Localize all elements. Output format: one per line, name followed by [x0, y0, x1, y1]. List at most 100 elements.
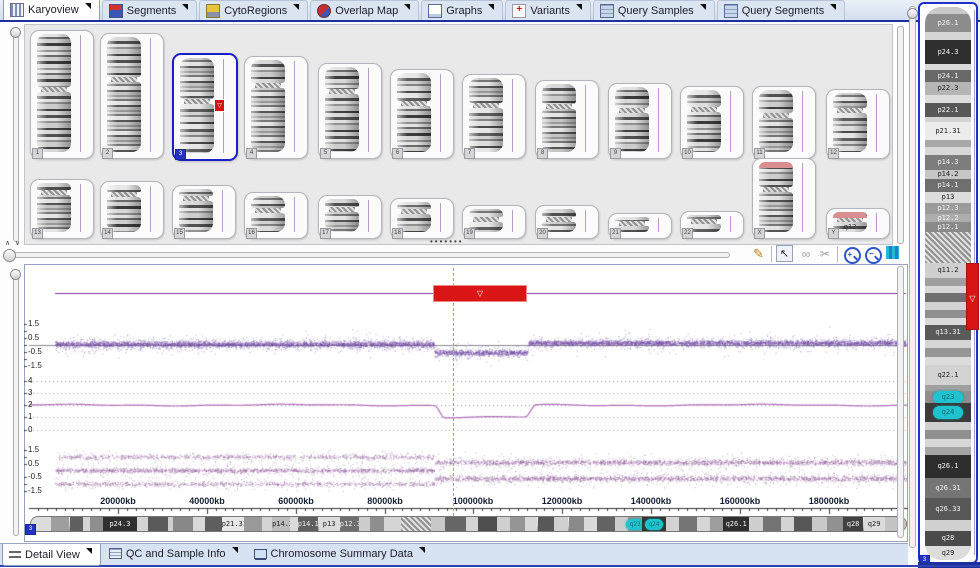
chromosome-card-13[interactable]: 13	[30, 179, 94, 239]
chromosome-number-badge: 1	[32, 148, 43, 159]
detail-scrollbar[interactable]	[897, 266, 904, 538]
sidebar-band-p13: p13	[925, 192, 971, 203]
sample-track-line	[876, 94, 877, 152]
sidebar-chromosome-ideogram[interactable]: p26.1p24.3p24.1p22.3p22.1p21.31p14.3p14.…	[925, 7, 971, 560]
aberration-flag[interactable]: ▽	[214, 99, 225, 112]
tab-chromosome-summary-data[interactable]: Chromosome Summary Data	[248, 544, 433, 563]
sample-track-line	[512, 210, 513, 232]
tab-query-segments[interactable]: Query Segments	[717, 0, 846, 20]
karyotype-zoom-slider-track[interactable]	[13, 30, 19, 242]
link-tool-icon[interactable]: ∞	[798, 246, 814, 262]
chromosome-card-15[interactable]: 15	[172, 185, 236, 239]
chromosome-card-16[interactable]: 16	[244, 192, 308, 239]
tab-corner-flag-icon	[419, 547, 425, 553]
chromosome-card-14[interactable]: 14	[100, 181, 164, 239]
tab-segments[interactable]: Segments	[102, 0, 198, 20]
zoom-out-icon[interactable]: −	[865, 247, 882, 264]
sample-track-line	[80, 184, 81, 232]
chromosome-card-17[interactable]: 17	[318, 195, 382, 239]
sample-track-line	[876, 213, 877, 232]
tab-variants[interactable]: +Variants	[505, 0, 591, 20]
chromosome-card-6[interactable]: 6	[390, 69, 454, 159]
chromosome-card-18[interactable]: 18	[390, 198, 454, 239]
detail-zoom-slider-knob[interactable]	[10, 269, 21, 280]
sidebar-aberration-marker[interactable]: ▽	[966, 263, 979, 330]
horizontal-zoom-slider-track[interactable]	[6, 252, 730, 258]
chromosome-card-3[interactable]: 3▽	[172, 53, 238, 161]
sidebar-band	[925, 232, 971, 263]
chromosome-card-22[interactable]: 22	[680, 211, 744, 239]
tab-graphs[interactable]: Graphs	[421, 0, 503, 20]
sidebar-band-p14.2: p14.2	[925, 170, 971, 179]
tab-label: Query Samples	[618, 5, 694, 17]
sidebar-band-label: p22.1	[925, 106, 971, 114]
karyotype-scrollbar[interactable]	[897, 26, 904, 244]
chromosome-card-8[interactable]: 8	[535, 80, 599, 159]
sample-track-line	[802, 163, 803, 232]
chromosome-card-12[interactable]: 12	[826, 89, 890, 159]
sidebar-zoom-slider-track[interactable]	[909, 6, 916, 548]
variants-icon: +	[512, 4, 526, 18]
chromosome-card-7[interactable]: 7	[462, 74, 526, 159]
chromosome-card-4[interactable]: 4	[244, 56, 308, 159]
horizontal-zoom-slider-knob[interactable]	[3, 249, 16, 262]
detail-zoom-slider-track[interactable]	[13, 272, 19, 536]
zoom-in-icon[interactable]: +	[844, 247, 861, 264]
chromosome-card-11[interactable]: 11	[752, 86, 816, 159]
tab-cytoregions[interactable]: CytoRegions	[199, 0, 308, 20]
tab-karyoview[interactable]: Karyoview	[3, 0, 100, 20]
chromosome-number-badge: 5	[320, 148, 331, 159]
tab-qc-and-sample-info[interactable]: QC and Sample Info	[103, 544, 246, 563]
annotate-pencil-icon[interactable]: ✎	[753, 246, 767, 262]
chromosome-q-arm	[687, 112, 721, 152]
sidebar-band	[925, 447, 971, 455]
tab-overlap-map[interactable]: Overlap Map	[310, 0, 419, 20]
sidebar-band-q24: q24	[925, 403, 971, 422]
sample-track-line	[658, 218, 659, 232]
sidebar-band-label: q26.33	[925, 505, 971, 513]
sidebar-band-q22.1: q22.1	[925, 365, 971, 385]
chromosome-p-arm	[37, 183, 71, 190]
chromosome-q-arm	[180, 104, 214, 153]
chromosome-card-19[interactable]: 19	[462, 205, 526, 239]
chromosome-p-arm	[107, 185, 141, 192]
chromosome-card-Y[interactable]: q12Y	[826, 208, 890, 239]
sidebar-band-p14.3: p14.3	[925, 155, 971, 170]
sidebar-band-p21.31: p21.31	[925, 122, 971, 140]
tab-label: Query Segments	[742, 5, 825, 17]
sidebar-band	[925, 140, 971, 147]
cytoregion-highlight-q23[interactable]: q23	[933, 391, 963, 404]
karyotype-zoom-slider-knob[interactable]	[10, 27, 21, 38]
sidebar-zoom-slider-knob[interactable]	[907, 8, 918, 19]
tab-label: Graphs	[446, 5, 482, 17]
chromosome-card-20[interactable]: 20	[535, 205, 599, 239]
chromosome-card-9[interactable]: 9	[608, 83, 672, 159]
chromosome-card-21[interactable]: 21	[608, 213, 672, 239]
sidebar-band-label: q22.1	[925, 371, 971, 379]
sidebar-band-label: p13	[925, 193, 971, 201]
sample-track-line	[368, 68, 369, 152]
tab-detail-view[interactable]: Detail View	[2, 544, 101, 566]
chromosome-p-arm	[397, 73, 431, 101]
top-tab-bar: KaryoviewSegmentsCytoRegionsOverlap Map G…	[0, 0, 980, 22]
chromosome-card-1[interactable]: 1	[30, 30, 94, 159]
split-segment-icon[interactable]: ✂	[817, 246, 833, 262]
detail-plots-canvas[interactable]	[24, 264, 908, 542]
row-scroll-down-icon[interactable]: ∨	[15, 239, 20, 247]
sidebar-marker-symbol: ▽	[967, 294, 978, 303]
karyoview-icon	[10, 3, 24, 17]
chromosome-card-5[interactable]: 5	[318, 63, 382, 159]
heatmap-view-icon[interactable]	[886, 246, 899, 259]
cytoregion-highlight-q24[interactable]: q24	[933, 406, 963, 419]
row-scroll-up-icon[interactable]: ∧	[5, 239, 10, 247]
chromosome-card-10[interactable]: 10	[680, 86, 744, 159]
chromosome-card-2[interactable]: 2	[100, 33, 164, 159]
chromosome-q-arm	[107, 82, 141, 152]
cytoregions-icon	[206, 4, 220, 18]
tab-query-samples[interactable]: Query Samples	[593, 0, 715, 20]
sidebar-band-label: p14.2	[925, 170, 971, 178]
sidebar-band-p24.3: p24.3	[925, 40, 971, 64]
toolbar-separator	[837, 246, 838, 262]
chromosome-card-X[interactable]: X	[752, 158, 816, 239]
pointer-tool-icon[interactable]: ↖	[776, 245, 793, 262]
